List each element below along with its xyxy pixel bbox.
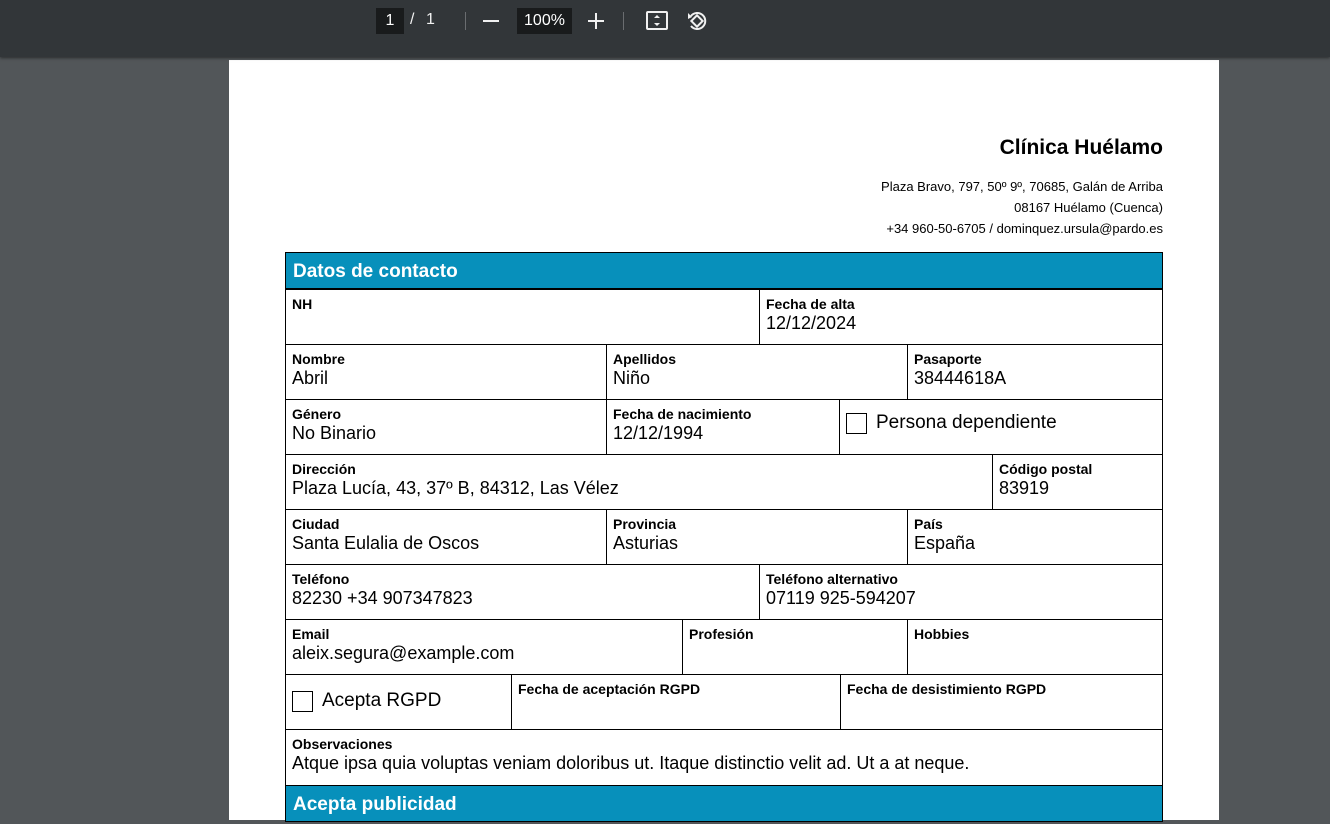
field-label: Teléfono (292, 571, 350, 587)
field-label: Género (292, 406, 342, 422)
field-value: España (914, 533, 976, 553)
field-label: País (914, 516, 943, 532)
field-value: 83919 (999, 478, 1050, 498)
field-label: Código postal (999, 461, 1093, 477)
acepta-rgpd-checkbox[interactable] (292, 690, 313, 712)
field-label: Fecha de aceptación RGPD (518, 681, 701, 697)
field-label: Fecha de alta (766, 296, 855, 312)
toolbar-divider (623, 12, 624, 30)
field-value: Atque ipsa quia voluptas veniam doloribu… (292, 753, 970, 773)
clinic-contact: +34 960-50-6705 / dominquez.ursula@pardo… (886, 221, 1163, 236)
zoom-level-input[interactable]: 100% (517, 8, 572, 34)
field-label: Provincia (613, 516, 677, 532)
field-label: Profesión (689, 626, 754, 642)
field-label: NH (292, 296, 313, 312)
field-value: No Binario (292, 423, 377, 443)
zoom-out-icon[interactable] (477, 7, 505, 35)
field-value: Santa Eulalia de Oscos (292, 533, 480, 553)
field-label: Nombre (292, 351, 345, 367)
field-value: 38444618A (914, 368, 1007, 388)
field-telefono: Teléfono 82230 +34 907347823 (285, 564, 760, 620)
field-label: Teléfono alternativo (766, 571, 898, 587)
checkbox-label: Acepta RGPD (322, 690, 442, 711)
field-label: Observaciones (292, 736, 393, 752)
field-ciudad: Ciudad Santa Eulalia de Oscos (285, 509, 607, 565)
persona-dependiente-checkbox[interactable] (846, 412, 867, 434)
field-pais: País España (907, 509, 1163, 565)
field-hobbies: Hobbies (907, 619, 1163, 675)
pdf-toolbar: 1 / 1 100% (0, 0, 1330, 57)
field-value: Plaza Lucía, 43, 37º B, 84312, Las Vélez (292, 478, 619, 498)
field-label: Dirección (292, 461, 356, 477)
field-label: Ciudad (292, 516, 340, 532)
field-observaciones: Observaciones Atque ipsa quia voluptas v… (285, 729, 1163, 786)
field-acepta-rgpd: Acepta RGPD (285, 674, 512, 730)
field-value: 82230 +34 907347823 (292, 588, 473, 608)
clinic-address-line2: 08167 Huélamo (Cuenca) (1014, 200, 1163, 215)
zoom-in-icon[interactable] (582, 7, 610, 35)
field-fecha-desistimiento-rgpd: Fecha de desistimiento RGPD (840, 674, 1163, 730)
page-number-input[interactable]: 1 (376, 8, 404, 34)
toolbar-divider (465, 12, 466, 30)
field-label: Pasaporte (914, 351, 982, 367)
field-label: Email (292, 626, 330, 642)
section-header-contact: Datos de contacto (285, 252, 1163, 289)
field-email: Email aleix.segura@example.com (285, 619, 683, 675)
checkbox-label: Persona dependiente (876, 412, 1057, 433)
field-label: Apellidos (613, 351, 677, 367)
fit-page-icon[interactable] (643, 7, 671, 35)
field-value: Abril (292, 368, 329, 388)
field-codigo-postal: Código postal 83919 (992, 454, 1163, 510)
field-provincia: Provincia Asturias (606, 509, 908, 565)
field-value: Asturias (613, 533, 679, 553)
field-value: aleix.segura@example.com (292, 643, 515, 663)
field-profesion: Profesión (682, 619, 908, 675)
field-fecha-alta: Fecha de alta 12/12/2024 (759, 289, 1163, 345)
field-value: 12/12/1994 (613, 423, 704, 443)
field-genero: Género No Binario (285, 399, 607, 455)
clinic-name: Clínica Huélamo (999, 136, 1163, 159)
field-nombre: Nombre Abril (285, 344, 607, 400)
field-value: Niño (613, 368, 651, 388)
page-separator: / (410, 11, 415, 28)
field-label: Fecha de desistimiento RGPD (847, 681, 1047, 697)
field-direccion: Dirección Plaza Lucía, 43, 37º B, 84312,… (285, 454, 993, 510)
field-apellidos: Apellidos Niño (606, 344, 908, 400)
section-header-publicidad: Acepta publicidad (285, 785, 1163, 822)
field-nh: NH (285, 289, 760, 345)
field-value: 07119 925-594207 (766, 588, 916, 608)
field-label: Fecha de nacimiento (613, 406, 752, 422)
field-label: Hobbies (914, 626, 970, 642)
field-persona-dependiente: Persona dependiente (839, 399, 1163, 455)
field-pasaporte: Pasaporte 38444618A (907, 344, 1163, 400)
clinic-address-line1: Plaza Bravo, 797, 50º 9º, 70685, Galán d… (881, 179, 1163, 194)
page-total: 1 (426, 11, 435, 28)
field-value: 12/12/2024 (766, 313, 857, 333)
rotate-icon[interactable] (683, 7, 711, 35)
field-telefono-alternativo: Teléfono alternativo 07119 925-594207 (759, 564, 1163, 620)
pdf-page: Clínica Huélamo Plaza Bravo, 797, 50º 9º… (229, 60, 1219, 822)
field-fecha-nacimiento: Fecha de nacimiento 12/12/1994 (606, 399, 840, 455)
field-fecha-aceptacion-rgpd: Fecha de aceptación RGPD (511, 674, 841, 730)
